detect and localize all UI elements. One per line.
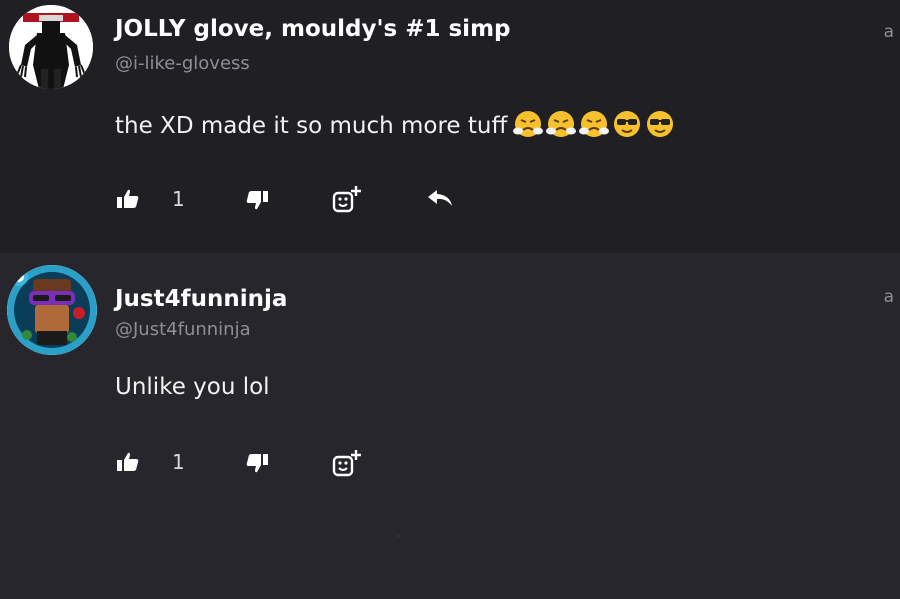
comment-text-content: the XD made it so much more tuff: [115, 113, 508, 139]
reply-button[interactable]: [427, 189, 453, 211]
add-reaction-button[interactable]: [332, 449, 362, 481]
sunglasses-emoji-icon: [614, 111, 641, 137]
add-reaction-icon: [332, 186, 361, 213]
user-handle[interactable]: @Just4funninja: [115, 319, 251, 340]
thumbs-down-icon: [246, 191, 268, 210]
like-count: 1: [172, 187, 185, 211]
sunglasses-emoji-icon: [647, 111, 674, 137]
thumbs-down-icon: [246, 454, 268, 473]
like-button[interactable]: [117, 189, 139, 213]
display-name[interactable]: JOLLY glove, mouldy's #1 simp: [115, 16, 511, 42]
display-name[interactable]: Just4funninja: [115, 286, 287, 312]
divider-dot: [397, 535, 399, 537]
dislike-button[interactable]: [246, 190, 268, 214]
add-reaction-button[interactable]: [332, 185, 362, 217]
comment-item: JOLLY glove, mouldy's #1 simp @i-like-gl…: [0, 0, 900, 253]
steam-from-nose-emoji-icon: [513, 111, 544, 137]
thumbs-up-icon: [117, 189, 139, 208]
steam-from-nose-emoji-icon: [546, 111, 577, 137]
comment-text: the XD made it so much more tuff: [115, 109, 678, 145]
dislike-button[interactable]: [246, 453, 268, 477]
avatar[interactable]: [9, 5, 93, 89]
like-count: 1: [172, 450, 185, 474]
truncated-timestamp: a: [883, 287, 894, 307]
emoji-row: [513, 109, 678, 145]
user-handle[interactable]: @i-like-glovess: [115, 53, 250, 74]
comment-text: Unlike you lol: [115, 374, 270, 400]
reply-icon: [428, 190, 452, 206]
like-button[interactable]: [117, 452, 139, 476]
truncated-timestamp: a: [883, 22, 894, 42]
thumbs-up-icon: [117, 452, 139, 471]
avatar[interactable]: [7, 265, 97, 355]
steam-from-nose-emoji-icon: [579, 111, 610, 137]
comment-item: Just4funninja @Just4funninja a Unlike yo…: [0, 253, 900, 599]
add-reaction-icon: [332, 450, 361, 477]
